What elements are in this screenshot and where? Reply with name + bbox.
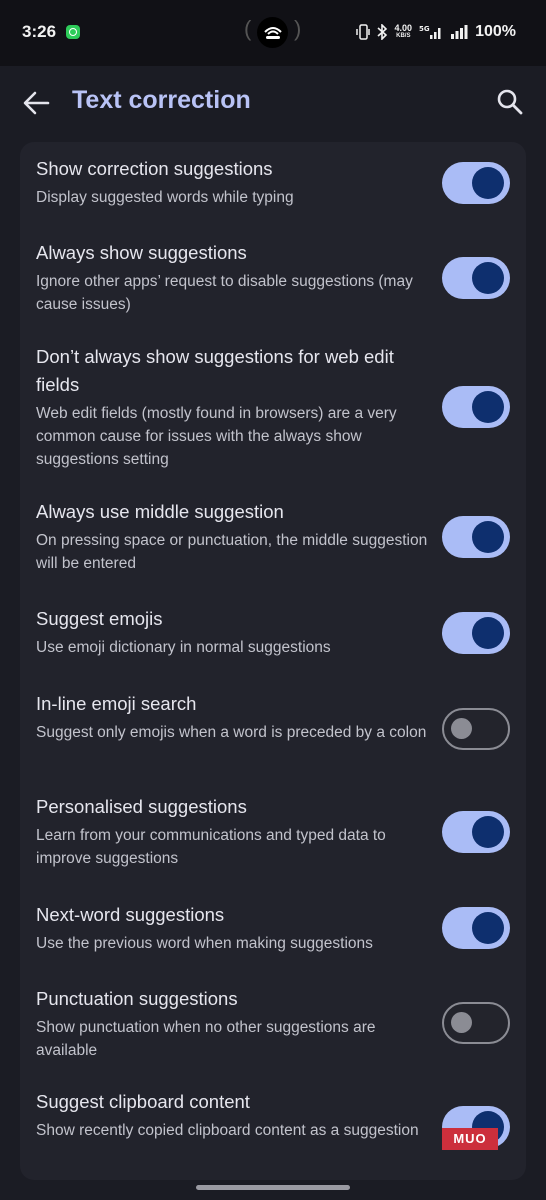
toggle-knob	[472, 262, 504, 294]
setting-title: Punctuation suggestions	[36, 988, 238, 1009]
bluetooth-icon	[377, 24, 387, 40]
island-bracket-right: )	[294, 16, 302, 41]
status-time: 3:26	[22, 22, 57, 41]
toggle-switch[interactable]	[442, 811, 510, 853]
network-speed: 4.00 KB/S	[394, 23, 413, 40]
setting-description: Display suggested words while typing	[36, 189, 294, 206]
toggle-switch[interactable]	[442, 257, 510, 299]
battery-level: 100%	[475, 23, 516, 40]
setting-description: On pressing space or punctuation, the mi…	[36, 532, 428, 572]
setting-description: Learn from your communications and typed…	[36, 827, 386, 867]
arrow-left-icon	[23, 91, 50, 115]
vibrate-icon	[355, 24, 370, 40]
island-bracket-left: (	[244, 16, 252, 41]
setting-description: Suggest only emojis when a word is prece…	[36, 724, 427, 741]
toggle-knob	[472, 912, 504, 944]
home-indicator[interactable]	[196, 1185, 350, 1190]
watermark-logo: MUO	[442, 1128, 498, 1150]
svg-text:5G: 5G	[419, 25, 430, 33]
toggle-switch[interactable]	[442, 386, 510, 428]
setting-description: Show recently copied clipboard content a…	[36, 1122, 419, 1139]
toggle-knob	[472, 167, 504, 199]
5g-signal-icon: 5G	[419, 25, 441, 39]
toggle-knob	[451, 718, 472, 739]
toggle-knob	[472, 816, 504, 848]
search-icon	[497, 89, 523, 115]
search-button[interactable]	[496, 88, 524, 116]
toggle-knob	[472, 391, 504, 423]
status-icons: 4.00 KB/S 5G 100%	[355, 22, 516, 42]
signal-icon	[451, 25, 468, 39]
status-bar: 3:26 ( ) 4.00 KB/S 5G 100%	[0, 0, 546, 66]
whatsapp-icon	[66, 25, 80, 39]
setting-title: Always show suggestions	[36, 242, 247, 263]
toggle-switch[interactable]	[442, 1002, 510, 1044]
setting-title: In-line emoji search	[36, 693, 197, 714]
setting-title: Suggest emojis	[36, 608, 163, 629]
setting-title: Personalised suggestions	[36, 796, 247, 817]
setting-title: Show correction suggestions	[36, 158, 273, 179]
setting-title: Suggest clipboard content	[36, 1091, 250, 1112]
setting-description: Use emoji dictionary in normal suggestio…	[36, 639, 331, 656]
toggle-switch[interactable]	[442, 516, 510, 558]
setting-title: Don’t always show suggestions for web ed…	[36, 346, 394, 395]
back-button[interactable]	[22, 90, 52, 116]
setting-title: Next-word suggestions	[36, 904, 225, 925]
toggle-switch[interactable]	[442, 907, 510, 949]
toggle-knob	[472, 521, 504, 553]
toggle-knob	[472, 617, 504, 649]
setting-description: Ignore other apps’ request to disable su…	[36, 273, 413, 313]
toggle-switch[interactable]	[442, 612, 510, 654]
setting-title: Always use middle suggestion	[36, 501, 284, 522]
toggle-switch[interactable]	[442, 708, 510, 750]
toggle-knob	[451, 1012, 472, 1033]
page-title: Text correction	[72, 86, 251, 114]
setting-description: Use the previous word when making sugges…	[36, 935, 373, 952]
hotspot-icon	[257, 17, 288, 48]
setting-description: Web edit fields (mostly found in browser…	[36, 405, 397, 468]
toggle-switch[interactable]	[442, 162, 510, 204]
camera-island: ( )	[244, 16, 302, 48]
setting-description: Show punctuation when no other suggestio…	[36, 1019, 376, 1059]
